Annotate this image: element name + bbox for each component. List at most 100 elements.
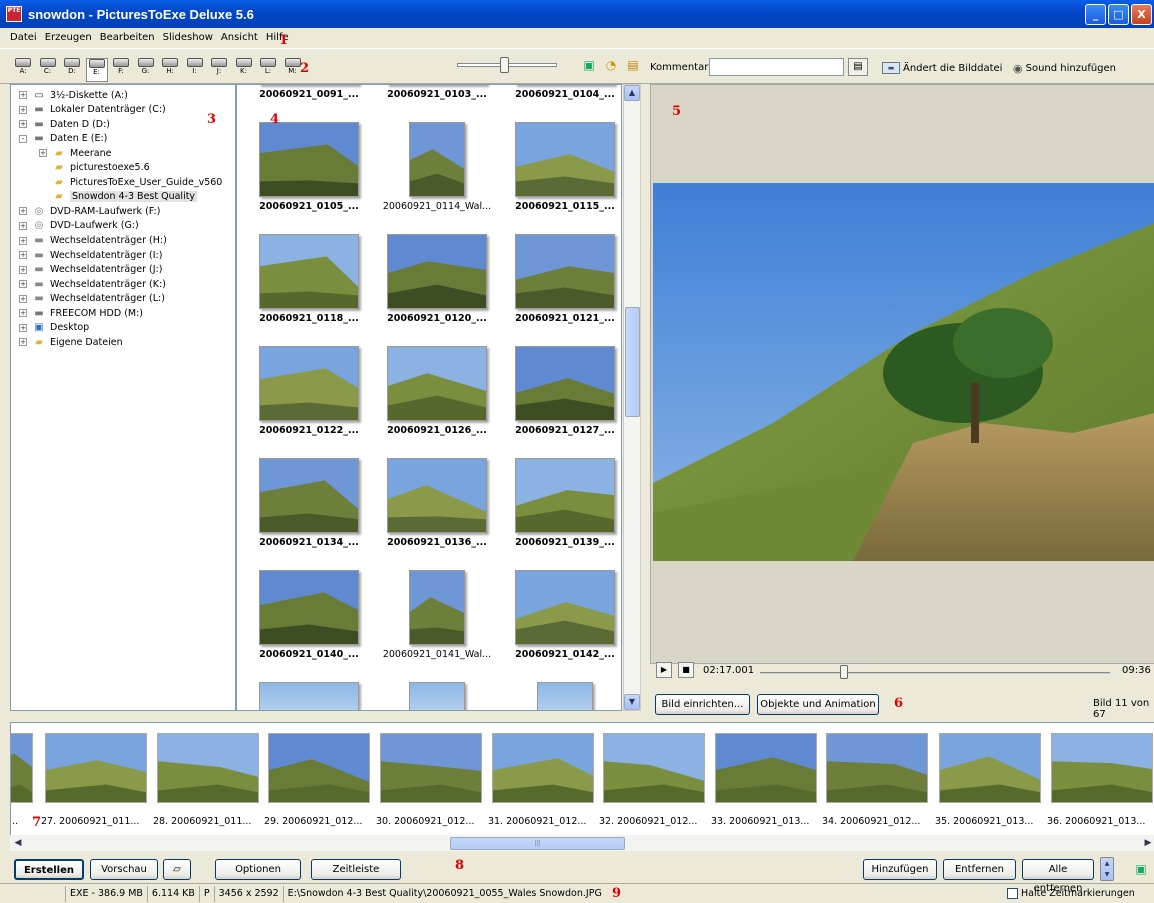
view-icon[interactable]: ▣ (581, 58, 597, 72)
slide-thumbnail[interactable] (268, 733, 370, 803)
sound-hinzufuegen-button[interactable]: ◉ Sound hinzufügen (1013, 62, 1116, 75)
menu-ansicht[interactable]: Ansicht (217, 32, 262, 43)
drive-button-e[interactable]: E: (85, 58, 108, 82)
entfernen-button[interactable]: Entfernen (943, 859, 1016, 880)
strip-scroll-thumb[interactable]: ||| (450, 837, 625, 850)
tree-node[interactable]: ▰ Snowdon 4-3 Best Quality (39, 190, 198, 204)
thumbnail-item[interactable]: 20060921_0121_... (503, 229, 621, 341)
tree-node[interactable]: + ▬ FREECOM HDD (M:) (19, 306, 143, 320)
thumbnail-item[interactable]: 20060921_0104_... (503, 85, 621, 117)
slide-strip[interactable]: 2... 27. 20060921_011... 28. 20060921_011.… (10, 722, 1154, 850)
drive-button-c[interactable]: C: (37, 58, 59, 82)
arrow-up-icon[interactable]: ▲ (1101, 858, 1113, 869)
drive-button-d[interactable]: D: (61, 58, 83, 82)
tree-node[interactable]: + ◎ DVD-Laufwerk (G:) (19, 219, 139, 233)
tree-node[interactable]: + ▣ Desktop (19, 321, 89, 335)
play-icon[interactable]: ▶ (656, 662, 672, 678)
checkbox[interactable] (1007, 888, 1018, 899)
tree-node[interactable]: + ▭ 3½-Diskette (A:) (19, 88, 128, 102)
slide-thumbnail[interactable] (45, 733, 147, 803)
expand-icon[interactable]: + (19, 280, 27, 289)
close-button[interactable]: X (1131, 4, 1152, 25)
menu-bearbeiten[interactable]: Bearbeiten (96, 32, 159, 43)
thumbnail-item[interactable]: 20060921_0122_... (247, 341, 371, 453)
thumbnail-item[interactable] (247, 677, 371, 710)
tree-node[interactable]: + ▬ Wechseldatenträger (I:) (19, 248, 162, 262)
menu-slideshow[interactable]: Slideshow (159, 32, 217, 43)
thumbnail-item[interactable]: 20060921_0141_Wal... (375, 565, 499, 677)
bild-einrichten-button[interactable]: Bild einrichten... (655, 694, 750, 715)
expand-icon[interactable]: + (19, 105, 27, 114)
thumbnail-item[interactable]: 20060921_0134_... (247, 453, 371, 565)
minimize-button[interactable]: _ (1085, 4, 1106, 25)
expand-icon[interactable]: + (39, 149, 47, 158)
app-icon[interactable]: PTE (6, 6, 22, 22)
hinzufuegen-button[interactable]: Hinzufügen (863, 859, 937, 880)
slide-thumbnail[interactable] (492, 733, 594, 803)
slide-thumbnail[interactable] (826, 733, 928, 803)
thumbnail-scrollbar[interactable]: ▲ ▼ (623, 84, 641, 711)
tree-node[interactable]: + ◎ DVD-RAM-Laufwerk (F:) (19, 204, 160, 218)
drive-button-j[interactable]: J: (208, 58, 230, 82)
tree-node[interactable]: + ▬ Wechseldatenträger (H:) (19, 234, 167, 248)
thumbnail-item[interactable]: 20060921_0139_... (503, 453, 621, 565)
stop-icon[interactable]: ■ (678, 662, 694, 678)
scroll-right-icon[interactable]: ▶ (1141, 836, 1154, 850)
timeline-track[interactable] (760, 672, 1110, 674)
expand-icon[interactable]: + (19, 236, 27, 245)
tree-node[interactable]: ▰ picturestoexe5.6 (39, 161, 150, 175)
thumbnail-item[interactable] (375, 677, 499, 710)
thumbnail-item[interactable]: 20060921_0142_... (503, 565, 621, 677)
fullscreen-button[interactable]: ▱ (163, 859, 191, 880)
slide-thumbnail[interactable] (10, 733, 33, 803)
tree-node[interactable]: - ▬ Daten E (E:) (19, 132, 107, 146)
tree-node[interactable]: + ▬ Daten D (D:) (19, 117, 110, 131)
thumbnail-item[interactable]: 20060921_0105_... (247, 117, 371, 229)
aendert-bilddatei-toggle[interactable]: ▬ Ändert die Bilddatei (882, 62, 1002, 74)
drive-button-h[interactable]: H: (159, 58, 181, 82)
menu-datei[interactable]: Datei (6, 32, 41, 43)
halte-zeitmarkierungen-checkbox[interactable]: Halte Zeitmarkierungen (1007, 888, 1135, 899)
kommentar-edit-button[interactable]: ▤ (848, 58, 868, 76)
drive-button-i[interactable]: I: (184, 58, 206, 82)
tree-node[interactable]: + ▬ Wechseldatenträger (J:) (19, 263, 162, 277)
menu-erzeugen[interactable]: Erzeugen (41, 32, 96, 43)
scroll-down-icon[interactable]: ▼ (624, 694, 640, 710)
thumbnail-item[interactable]: 20060921_0127_... (503, 341, 621, 453)
collapse-icon[interactable]: - (19, 134, 27, 143)
tree-node[interactable]: + ▰ Meerane (39, 146, 111, 160)
project-options-icon[interactable]: ▣ (1133, 861, 1149, 877)
thumbnail-item[interactable]: 20060921_0120_... (375, 229, 499, 341)
thumbnail-item[interactable]: 20060921_0114_Wal... (375, 117, 499, 229)
order-spinner[interactable]: ▲ ▼ (1100, 857, 1114, 881)
thumbnail-item[interactable]: 20060921_0126_... (375, 341, 499, 453)
tree-node[interactable]: + ▰ Eigene Dateien (19, 335, 123, 349)
timeline-knob[interactable] (840, 665, 848, 679)
thumbnail-item[interactable] (503, 677, 621, 710)
expand-icon[interactable]: + (19, 221, 27, 230)
title-bar[interactable]: PTE snowdon - PicturesToExe Deluxe 5.6 _… (0, 0, 1154, 28)
open-folder-icon[interactable]: ◔ (603, 58, 619, 72)
drive-button-a[interactable]: A: (12, 58, 34, 82)
scroll-left-icon[interactable]: ◀ (11, 836, 25, 850)
expand-icon[interactable]: + (19, 294, 27, 303)
expand-icon[interactable]: + (19, 207, 27, 216)
tree-node[interactable]: + ▬ Wechseldatenträger (K:) (19, 277, 166, 291)
drive-button-k[interactable]: K: (233, 58, 255, 82)
expand-icon[interactable]: + (19, 91, 27, 99)
thumbnail-item[interactable]: 20060921_0136_... (375, 453, 499, 565)
objekte-animation-button[interactable]: Objekte und Animation (757, 694, 879, 715)
zoom-slider-knob[interactable] (500, 57, 509, 73)
expand-icon[interactable]: + (19, 323, 27, 332)
zeitleiste-button[interactable]: Zeitleiste (311, 859, 401, 880)
preview-image[interactable] (653, 183, 1154, 561)
vorschau-button[interactable]: Vorschau (90, 859, 158, 880)
scroll-up-icon[interactable]: ▲ (624, 85, 640, 101)
expand-icon[interactable]: + (19, 251, 27, 260)
thumbnail-item[interactable]: 20060921_0140_... (247, 565, 371, 677)
drive-button-m[interactable]: M: (282, 58, 304, 82)
thumbnail-item[interactable]: 20060921_0091_... (247, 85, 371, 117)
scroll-thumb[interactable] (625, 307, 640, 417)
thumbnail-item[interactable]: 20060921_0115_... (503, 117, 621, 229)
thumbnail-item[interactable]: 20060921_0118_... (247, 229, 371, 341)
